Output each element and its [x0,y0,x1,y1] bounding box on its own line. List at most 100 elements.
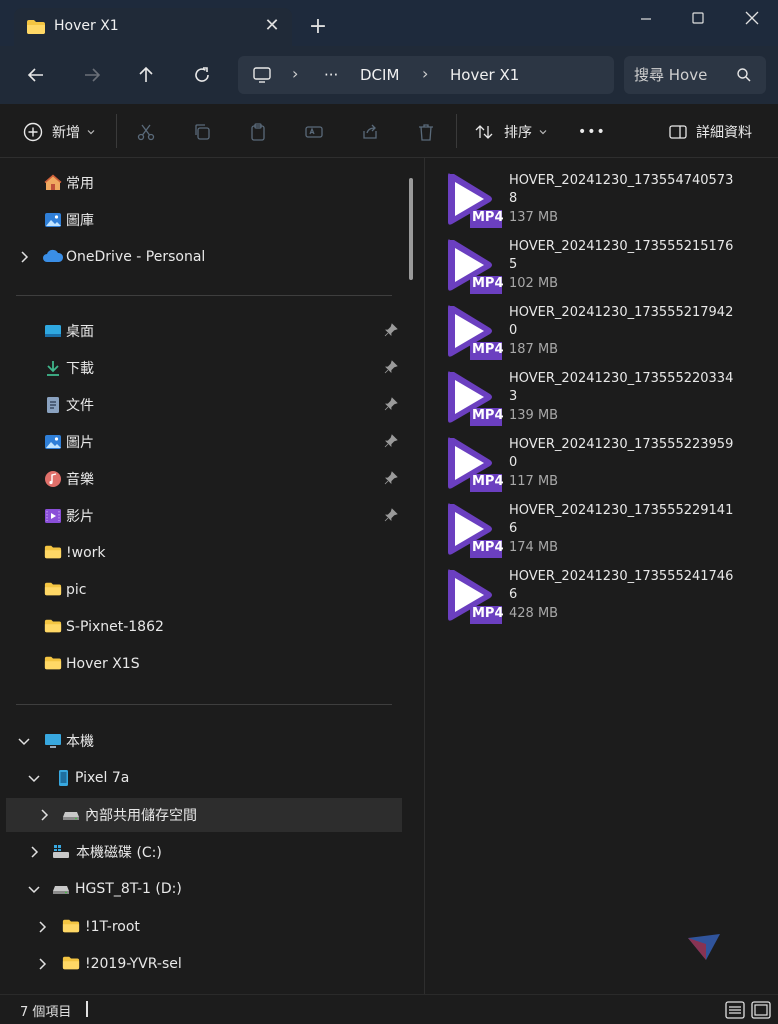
sidebar-item-2019-yvr-sel[interactable]: !2019-YVR-sel [0,947,400,981]
sidebar-item-1t-root[interactable]: !1T-root [0,910,400,944]
status-separator [86,1001,88,1017]
chevron-down-icon [87,130,95,135]
large-icons-view-button[interactable] [750,999,772,1021]
breadcrumb-hover-x1[interactable]: Hover X1 [450,66,519,84]
chevron-right-icon[interactable] [34,919,50,935]
sidebar-item-label: !1T-root [85,919,140,935]
sidebar-scrollbar[interactable] [409,178,413,280]
tab-hover-x1[interactable]: Hover X1 ✕ [14,8,292,46]
this-pc-icon [44,732,62,750]
sidebar-item-label: 圖片 [66,435,94,451]
chevron-down-icon[interactable] [26,881,42,897]
sidebar-item-label: OneDrive - Personal [66,249,206,265]
up-button[interactable] [130,60,162,90]
clipboard-icon [251,123,265,141]
sidebar-item-music[interactable]: 音樂 [0,462,400,496]
navigation-pane[interactable]: 常用 圖庫 OneDrive - Personal 桌面 下載 文件 圖片 音樂… [0,158,418,994]
sidebar-item-pictures[interactable]: 圖片 [0,425,400,459]
file-size: 102 MB [509,276,559,291]
rename-button[interactable] [304,118,324,146]
documents-icon [44,396,62,414]
address-bar[interactable]: › ··· DCIM › Hover X1 [238,56,614,94]
sidebar-item-label: !work [66,545,106,561]
file-type-badge: MP4 [472,342,504,357]
breadcrumb-dcim[interactable]: DCIM [360,66,399,84]
file-item[interactable]: MP4 HOVER_20241230_1735552179420 187 MB [444,298,744,360]
close-tab-button[interactable]: ✕ [258,12,286,40]
cut-button[interactable] [136,118,156,146]
chevron-right-icon[interactable] [16,249,32,265]
chevron-down-icon[interactable] [16,733,32,749]
phone-icon [54,769,72,787]
sidebar-item-this-pc[interactable]: 本機 [0,724,400,758]
file-type-badge: MP4 [472,276,504,291]
watermark-logo-icon [684,930,724,966]
search-input[interactable] [634,64,734,86]
sort-button[interactable]: 排序 [474,118,548,146]
new-button[interactable]: 新增 [22,118,96,146]
details-view-button[interactable] [724,999,746,1021]
download-icon [44,359,62,377]
sidebar-item-documents[interactable]: 文件 [0,388,400,422]
sidebar-item-hover-x1s[interactable]: Hover X1S [0,647,400,681]
paste-button[interactable] [248,118,268,146]
file-item[interactable]: MP4 HOVER_20241230_1735552291416 174 MB [444,496,744,558]
chevron-right-icon[interactable] [26,844,42,860]
file-list[interactable]: MP4 HOVER_20241230_1735547405738 137 MB … [426,160,778,994]
file-item[interactable]: MP4 HOVER_20241230_1735547405738 137 MB [444,166,744,228]
file-type-badge: MP4 [472,210,504,225]
sidebar-item-desktop[interactable]: 桌面 [0,314,400,348]
chevron-down-icon[interactable] [26,770,42,786]
details-pane-button[interactable]: 詳細資料 [668,118,752,146]
forward-button[interactable] [76,60,108,90]
sidebar-item-pic[interactable]: pic [0,573,400,607]
search-box[interactable] [624,56,766,94]
arrow-up-icon [139,66,153,82]
close-window-button[interactable] [730,4,774,34]
refresh-button[interactable] [186,60,218,90]
copy-icon [195,124,210,140]
chevron-right-icon: › [422,64,429,83]
share-button[interactable] [360,118,380,146]
sidebar-item-local-disk-c[interactable]: 本機磁碟 (C:) [0,835,400,869]
sidebar-item-label: 本機 [66,734,94,750]
command-divider [116,114,117,148]
sidebar-item-home[interactable]: 常用 [0,166,400,200]
sidebar-item-downloads[interactable]: 下載 [0,351,400,385]
sort-label: 排序 [504,125,532,141]
details-label: 詳細資料 [696,125,752,141]
file-type-badge: MP4 [472,474,504,489]
file-item[interactable]: MP4 HOVER_20241230_1735552203343 139 MB [444,364,744,426]
back-button[interactable] [20,60,52,90]
sidebar-item-gallery[interactable]: 圖庫 [0,203,400,237]
file-item[interactable]: MP4 HOVER_20241230_1735552417466 428 MB [444,562,744,624]
sidebar-item-label: Pixel 7a [75,770,130,786]
chevron-right-icon[interactable] [36,807,52,823]
more-options-button[interactable]: ••• [578,118,606,146]
delete-button[interactable] [416,118,436,146]
sidebar-item-internal-storage[interactable]: 內部共用儲存空間 [6,798,402,832]
file-item[interactable]: MP4 HOVER_20241230_1735552151765 102 MB [444,232,744,294]
breadcrumb-overflow[interactable]: ··· [324,66,338,84]
sidebar-item-videos[interactable]: 影片 [0,499,400,533]
file-type-badge: MP4 [472,606,504,621]
maximize-button[interactable] [676,4,720,34]
new-tab-button[interactable]: + [304,14,332,42]
gallery-icon [44,211,62,229]
chevron-right-icon[interactable] [34,956,50,972]
pane-divider[interactable] [424,158,425,994]
sidebar-item-s-pixnet[interactable]: S-Pixnet-1862 [0,610,400,644]
file-name: HOVER_20241230_1735552179420 [509,305,734,338]
copy-button[interactable] [192,118,212,146]
minimize-button[interactable] [624,4,668,34]
sidebar-item-label: 影片 [66,509,94,525]
file-type-badge: MP4 [472,408,504,423]
sidebar-item-pixel-7a[interactable]: Pixel 7a [0,761,400,795]
file-name: HOVER_20241230_1735552239590 [509,437,734,470]
sidebar-item-label: 常用 [66,176,94,192]
sidebar-item-onedrive[interactable]: OneDrive - Personal [0,240,400,274]
sidebar-item-work[interactable]: !work [0,536,400,570]
sidebar-item-hgst-d[interactable]: HGST_8T-1 (D:) [0,872,400,906]
windows-drive-icon [52,843,70,861]
file-item[interactable]: MP4 HOVER_20241230_1735552239590 117 MB [444,430,744,492]
